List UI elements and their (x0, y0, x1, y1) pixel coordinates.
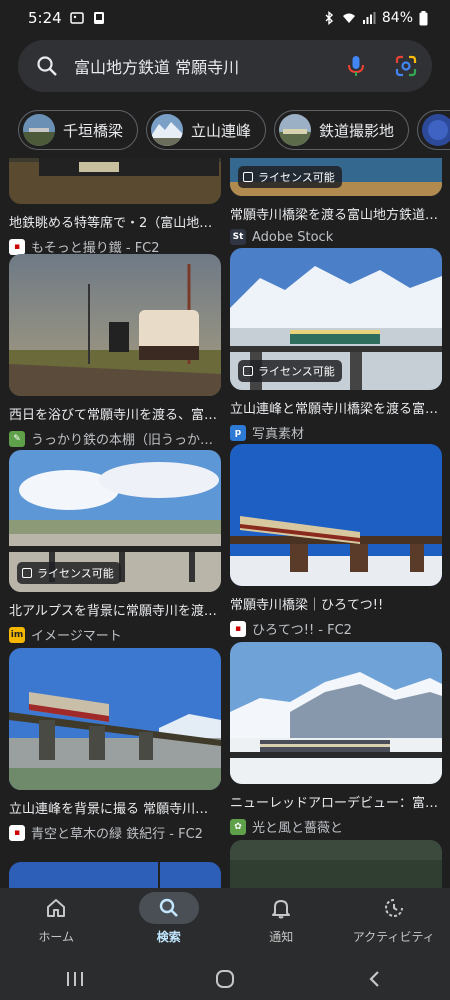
result-source[interactable]: im イメージマート (9, 625, 221, 644)
license-badge: ライセンス可能 (238, 360, 342, 382)
search-icon (159, 898, 178, 917)
search-bar[interactable]: 富山地方鉄道 常願寺川 (18, 40, 432, 92)
fc2-favicon-icon: ▪ (9, 238, 25, 255)
result-source[interactable]: ✎ うっかり鉄の本棚（旧うっか… (9, 429, 221, 448)
nav-label: 通知 (269, 930, 294, 944)
image-result[interactable]: 地鉄眺める特等席で・2（富山地方… ▪ もそっと撮り鐵 - FC2 (9, 158, 221, 256)
image-icon (243, 366, 253, 376)
image-result[interactable]: ニューレッドアローデビュー：富… ✿ 光と風と薔薇と (230, 642, 442, 836)
nav-label: アクティビティ (352, 930, 435, 944)
nav-pill (251, 892, 311, 924)
chip-thumbnail (279, 114, 312, 146)
license-badge: ライセンス可能 (17, 562, 121, 584)
nav-notifications[interactable]: 通知 (225, 888, 337, 958)
nav-pill (26, 892, 86, 924)
result-title[interactable]: 立山連峰を背景に撮る 常願寺川橋… (9, 798, 221, 817)
image-result[interactable] (230, 840, 442, 888)
battery-icon (419, 10, 428, 25)
nav-label: 検索 (156, 930, 181, 944)
chip-label: 立山連峰 (191, 121, 252, 140)
result-title[interactable]: 西日を浴びて常願寺川を渡る、富… (9, 404, 221, 423)
blog-favicon-icon: ✿ (230, 818, 246, 835)
related-search-chips: 千垣橋梁 立山連峰 鉄道撮影地 鉄 (18, 110, 450, 150)
result-image[interactable]: ライセンス可能 (230, 158, 442, 196)
result-image[interactable] (230, 840, 442, 888)
home-icon (47, 899, 66, 917)
imagemart-favicon-icon: im (9, 626, 25, 643)
license-badge: ライセンス可能 (238, 166, 342, 188)
image-result[interactable]: ライセンス可能 北アルプスを背景に常願寺川を渡… im イメージマート (9, 450, 221, 644)
result-source[interactable]: p 写真素材 (230, 423, 442, 442)
result-image[interactable] (230, 444, 442, 586)
nav-pill (138, 892, 199, 924)
search-icon (37, 56, 57, 76)
bluetooth-icon (325, 11, 333, 25)
result-source[interactable]: ▪ ひろてつ!! - FC2 (230, 619, 442, 638)
fc2-favicon-icon: ▪ (230, 620, 246, 637)
status-bar: 5:24 84% (0, 0, 450, 36)
result-title[interactable]: 常願寺川橋梁を渡る富山地方鉄道… (230, 204, 442, 223)
microphone-icon[interactable] (344, 54, 368, 78)
result-image[interactable] (230, 642, 442, 784)
nav-pill (364, 892, 424, 924)
search-input[interactable]: 富山地方鉄道 常願寺川 (74, 54, 344, 78)
result-image[interactable] (9, 648, 221, 790)
result-title[interactable]: 北アルプスを背景に常願寺川を渡… (9, 600, 221, 619)
image-result[interactable]: ライセンス可能 立山連峰と常願寺川橋梁を渡る富… p 写真素材 (230, 248, 442, 442)
result-title[interactable]: 地鉄眺める特等席で・2（富山地方… (9, 212, 221, 231)
image-icon (243, 172, 253, 182)
battery-percent: 84% (381, 10, 413, 26)
result-image[interactable] (9, 158, 221, 204)
result-image[interactable] (9, 862, 221, 888)
chip-tateyama-range[interactable]: 立山連峰 (146, 110, 267, 150)
nav-activity[interactable]: アクティビティ (338, 888, 450, 958)
image-icon (22, 568, 32, 578)
result-source[interactable]: St Adobe Stock (230, 229, 442, 245)
app-notification-icon (93, 12, 104, 24)
chip-chigaki-bridge[interactable]: 千垣橋梁 (18, 110, 139, 150)
clock: 5:24 (28, 9, 62, 27)
system-navigation-bar (0, 958, 450, 1000)
photo-library-favicon-icon: p (230, 424, 246, 441)
result-image[interactable]: ライセンス可能 (230, 248, 442, 390)
result-source[interactable]: ✿ 光と風と薔薇と (230, 817, 442, 836)
bell-icon (272, 900, 291, 919)
image-result[interactable]: 西日を浴びて常願寺川を渡る、富… ✎ うっかり鉄の本棚（旧うっか… (9, 254, 221, 448)
chip-thumbnail (422, 114, 450, 146)
image-results-grid: 地鉄眺める特等席で・2（富山地方… ▪ もそっと撮り鐵 - FC2 ライセンス可… (0, 158, 450, 888)
result-image[interactable] (9, 254, 221, 396)
recent-apps-icon[interactable] (64, 969, 86, 989)
google-lens-icon[interactable] (394, 54, 418, 78)
result-title[interactable]: 常願寺川橋梁｜ひろてつ!! (230, 594, 442, 613)
chip-thumbnail (23, 114, 55, 146)
chip-railway[interactable]: 鉄 (417, 110, 450, 150)
result-title[interactable]: ニューレッドアローデビュー：富… (230, 792, 442, 811)
result-image[interactable]: ライセンス可能 (9, 450, 221, 592)
image-result[interactable]: 立山連峰を背景に撮る 常願寺川橋… ▪ 青空と草木の緑 鉄紀行 - FC2 (9, 648, 221, 842)
image-result[interactable] (9, 862, 221, 888)
nav-search[interactable]: 検索 (113, 888, 225, 958)
signal-icon (362, 12, 376, 24)
chip-thumbnail (151, 114, 184, 146)
blog-favicon-icon: ✎ (9, 430, 25, 447)
bottom-navigation: ホーム 検索 通知 アクティビティ (0, 888, 450, 958)
result-title[interactable]: 立山連峰と常願寺川橋梁を渡る富… (230, 398, 442, 417)
nav-home[interactable]: ホーム (0, 888, 112, 958)
chip-label: 鉄道撮影地 (319, 121, 395, 140)
fc2-favicon-icon: ▪ (9, 824, 25, 841)
image-notification-icon (69, 12, 84, 24)
wifi-icon (342, 13, 355, 23)
nav-label: ホーム (38, 930, 75, 944)
activity-icon (384, 899, 403, 917)
result-source[interactable]: ▪ 青空と草木の緑 鉄紀行 - FC2 (9, 823, 221, 842)
back-icon[interactable] (364, 968, 386, 990)
chip-label: 千垣橋梁 (63, 121, 124, 140)
adobe-stock-favicon-icon: St (230, 229, 246, 245)
image-result[interactable]: 常願寺川橋梁｜ひろてつ!! ▪ ひろてつ!! - FC2 (230, 444, 442, 638)
chip-railway-photo-spot[interactable]: 鉄道撮影地 (274, 110, 410, 150)
home-button-icon[interactable] (214, 968, 236, 990)
image-result[interactable]: ライセンス可能 常願寺川橋梁を渡る富山地方鉄道… St Adobe Stock (230, 158, 442, 245)
